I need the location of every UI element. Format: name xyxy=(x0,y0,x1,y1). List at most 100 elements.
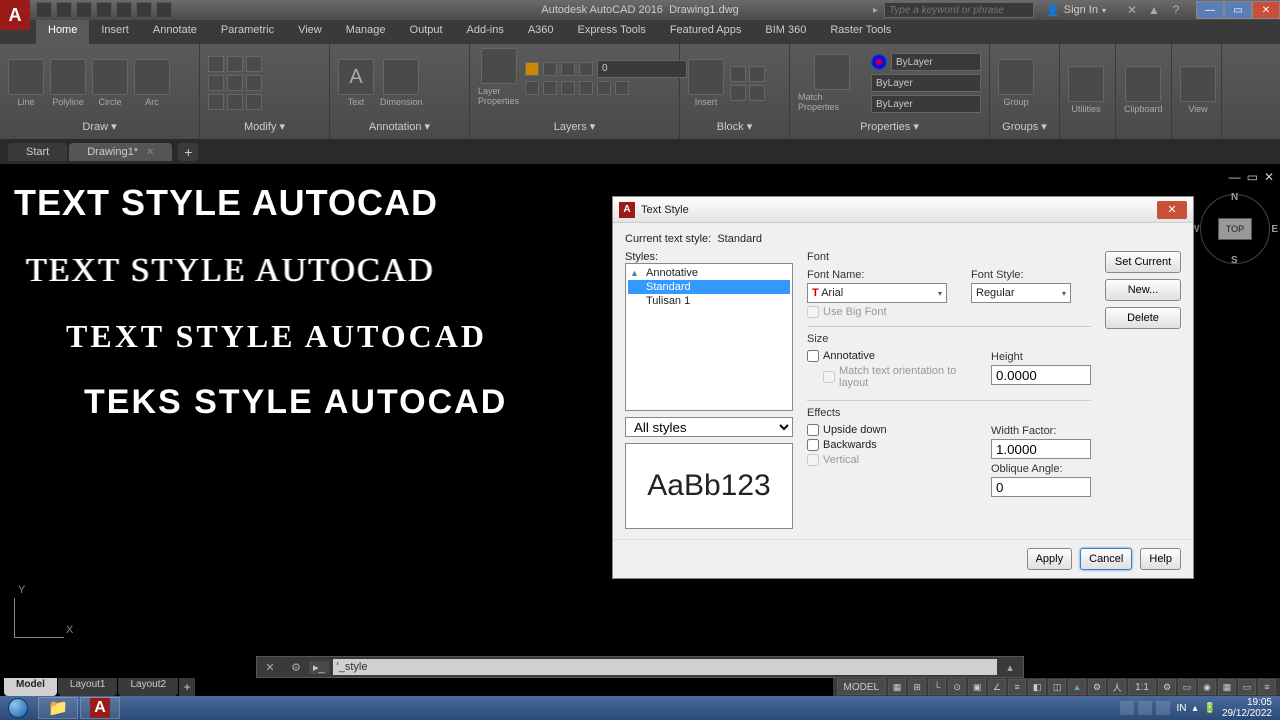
canvas-close-icon[interactable]: ✕ xyxy=(1264,170,1274,184)
qat-saveas-icon[interactable] xyxy=(96,2,112,18)
signin-button[interactable]: 👤 Sign In ▾ xyxy=(1040,4,1112,17)
transparency-toggle-icon[interactable]: ◧ xyxy=(1028,679,1046,695)
tab-annotate[interactable]: Annotate xyxy=(141,20,209,44)
snap-toggle-icon[interactable]: ⊞ xyxy=(908,679,926,695)
window-maximize-button[interactable]: ▭ xyxy=(1224,1,1252,19)
style-item-standard[interactable]: Standard xyxy=(628,280,790,294)
style-filter-dropdown[interactable]: All styles xyxy=(625,417,793,437)
dialog-titlebar[interactable]: A Text Style ✕ xyxy=(613,197,1193,223)
layout-tab-model[interactable]: Model xyxy=(4,678,57,696)
height-input[interactable] xyxy=(991,365,1091,385)
block-panel-label[interactable]: Block ▾ xyxy=(688,118,781,135)
tray-flag-icon[interactable] xyxy=(1120,701,1134,715)
circle-tool[interactable]: Circle xyxy=(92,59,128,107)
view-panel-tool[interactable]: View xyxy=(1180,66,1216,114)
annotation-icon[interactable]: ▲ xyxy=(1068,679,1086,695)
osnap-toggle-icon[interactable]: ▣ xyxy=(968,679,986,695)
modify-panel-label[interactable]: Modify ▾ xyxy=(208,118,321,135)
color-dropdown[interactable]: ByLayer xyxy=(891,53,981,71)
qat-save-icon[interactable] xyxy=(76,2,92,18)
apply-button[interactable]: Apply xyxy=(1027,548,1073,570)
tray-language[interactable]: IN xyxy=(1176,703,1186,714)
tab-view[interactable]: View xyxy=(286,20,334,44)
help-button[interactable]: Help xyxy=(1140,548,1181,570)
tab-insert[interactable]: Insert xyxy=(89,20,141,44)
tab-raster[interactable]: Raster Tools xyxy=(818,20,903,44)
text-tool[interactable]: AText xyxy=(338,59,374,107)
styles-listbox[interactable]: ▲Annotative Standard Tulisan 1 xyxy=(625,263,793,411)
canvas-minimize-icon[interactable]: — xyxy=(1229,170,1241,184)
arc-tool[interactable]: Arc xyxy=(134,59,170,107)
start-button[interactable] xyxy=(0,696,36,720)
layers-panel-label[interactable]: Layers ▾ xyxy=(478,118,671,135)
add-tab-button[interactable]: + xyxy=(178,143,198,161)
hardware-icon[interactable]: ◉ xyxy=(1198,679,1216,695)
delete-button[interactable]: Delete xyxy=(1105,307,1181,329)
polyline-tool[interactable]: Polyline xyxy=(50,59,86,107)
cloud-icon[interactable]: ▲ xyxy=(1146,2,1162,18)
cmd-history-icon[interactable]: ▴ xyxy=(1001,658,1019,676)
tab-a360[interactable]: A360 xyxy=(516,20,566,44)
polar-toggle-icon[interactable]: ⊙ xyxy=(948,679,966,695)
qat-open-icon[interactable] xyxy=(56,2,72,18)
add-layout-button[interactable]: + xyxy=(179,678,195,696)
tray-network-icon[interactable] xyxy=(1138,701,1152,715)
cancel-button[interactable]: Cancel xyxy=(1080,548,1132,570)
qat-print-icon[interactable] xyxy=(116,2,132,18)
ortho-toggle-icon[interactable]: └ xyxy=(928,679,946,695)
cmd-close-icon[interactable]: ✕ xyxy=(261,658,279,676)
status-model[interactable]: MODEL xyxy=(837,679,887,695)
annoscale-icon[interactable]: ⚙ xyxy=(1088,679,1106,695)
viewcube-top[interactable]: TOP xyxy=(1218,218,1252,240)
doc-tab-start[interactable]: Start xyxy=(8,143,67,161)
cleanscreen-icon[interactable]: ▭ xyxy=(1238,679,1256,695)
groups-panel-label[interactable]: Groups ▾ xyxy=(998,118,1051,135)
draw-panel-label[interactable]: Draw ▾ xyxy=(8,118,191,135)
tab-bim360[interactable]: BIM 360 xyxy=(753,20,818,44)
tab-manage[interactable]: Manage xyxy=(334,20,398,44)
cmd-config-icon[interactable]: ⚙ xyxy=(287,658,305,676)
layout-tab-layout2[interactable]: Layout2 xyxy=(118,678,178,696)
viewcube[interactable]: TOP N E S W xyxy=(1200,194,1270,264)
close-icon[interactable]: ✕ xyxy=(146,147,154,158)
app-menu-button[interactable]: A xyxy=(0,0,30,30)
linetype-dropdown[interactable]: ByLayer xyxy=(871,74,981,92)
taskbar-autocad[interactable]: A xyxy=(80,697,120,719)
tab-express[interactable]: Express Tools xyxy=(566,20,658,44)
layer-properties-tool[interactable]: Layer Properties xyxy=(478,48,519,106)
annotation-panel-label[interactable]: Annotation ▾ xyxy=(338,118,461,135)
qat-undo-icon[interactable] xyxy=(136,2,152,18)
dialog-close-button[interactable]: ✕ xyxy=(1157,201,1187,219)
command-input[interactable]: '_style xyxy=(333,659,997,675)
qat-redo-icon[interactable] xyxy=(156,2,172,18)
modify-tools[interactable] xyxy=(208,56,262,110)
window-minimize-button[interactable]: — xyxy=(1196,1,1224,19)
tab-output[interactable]: Output xyxy=(398,20,455,44)
layout-tab-layout1[interactable]: Layout1 xyxy=(58,678,118,696)
dimension-tool[interactable]: Dimension xyxy=(380,59,423,107)
doc-tab-drawing1[interactable]: Drawing1*✕ xyxy=(69,143,172,161)
style-item-annotative[interactable]: ▲Annotative xyxy=(628,266,790,280)
width-factor-input[interactable] xyxy=(991,439,1091,459)
insert-block-tool[interactable]: Insert xyxy=(688,59,724,107)
new-button[interactable]: New... xyxy=(1105,279,1181,301)
tray-volume-icon[interactable] xyxy=(1156,701,1170,715)
properties-panel-label[interactable]: Properties ▾ xyxy=(798,118,981,135)
annotation-scale[interactable]: 1:1 xyxy=(1128,679,1156,695)
cycling-toggle-icon[interactable]: ◫ xyxy=(1048,679,1066,695)
taskbar-explorer[interactable]: 📁 xyxy=(38,697,78,719)
utilities-tool[interactable]: Utilities xyxy=(1068,66,1104,114)
tab-featured[interactable]: Featured Apps xyxy=(658,20,754,44)
qat-new-icon[interactable] xyxy=(36,2,52,18)
lineweight-dropdown[interactable]: ByLayer xyxy=(871,95,981,113)
set-current-button[interactable]: Set Current xyxy=(1105,251,1181,273)
grid-toggle-icon[interactable]: ▦ xyxy=(888,679,906,695)
lineweight-toggle-icon[interactable]: ≡ xyxy=(1008,679,1026,695)
tray-battery-icon[interactable]: 🔋 xyxy=(1203,703,1215,714)
command-line[interactable]: ✕ ⚙ ▸_ '_style ▴ xyxy=(256,656,1024,678)
oblique-angle-input[interactable] xyxy=(991,477,1091,497)
font-name-dropdown[interactable]: T Arial▾ xyxy=(807,283,947,303)
style-item-tulisan1[interactable]: Tulisan 1 xyxy=(628,294,790,308)
match-properties-tool[interactable]: Match Properties xyxy=(798,54,865,112)
taskbar-clock[interactable]: 19:05 29/12/2022 xyxy=(1222,697,1272,719)
